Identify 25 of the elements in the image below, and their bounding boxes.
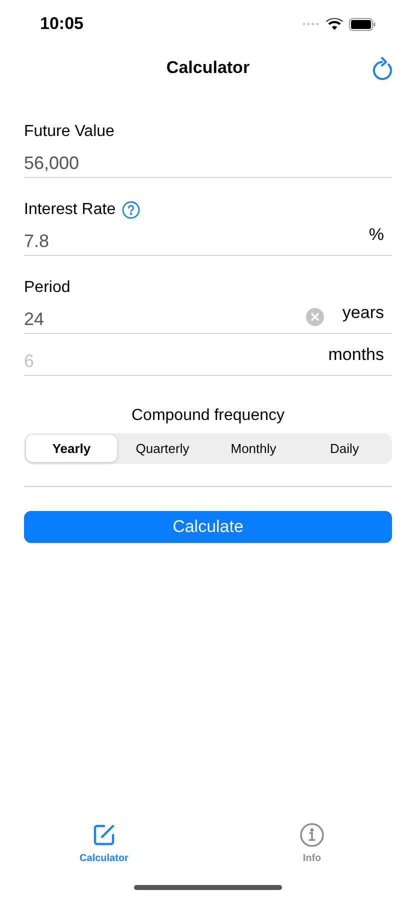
field-label: Future Value: [24, 122, 114, 142]
nav-title: Calculator: [166, 57, 250, 80]
help-icon[interactable]: [122, 201, 140, 219]
signal-icon: [302, 22, 320, 26]
calculate-button[interactable]: Calculate: [24, 511, 392, 543]
segment[interactable]: Quarterly: [117, 435, 208, 462]
field-label: Period: [24, 278, 70, 298]
edit-icon: [91, 822, 117, 848]
unit-label: months: [328, 344, 384, 366]
input-field[interactable]: 24: [24, 300, 306, 333]
input-field[interactable]: 6: [24, 342, 328, 375]
status-time: 10:05: [40, 13, 84, 36]
battery-icon: [349, 18, 376, 30]
field-label: Interest Rate: [24, 200, 116, 220]
wifi-icon: [326, 18, 343, 30]
section-title: Compound frequency: [130, 406, 286, 426]
segment[interactable]: Daily: [299, 435, 390, 462]
info-icon: [299, 822, 325, 848]
unit-label: years: [342, 302, 384, 324]
input-field[interactable]: 7.8: [24, 222, 369, 255]
segment[interactable]: Yearly: [26, 435, 117, 462]
segment[interactable]: Monthly: [208, 435, 299, 462]
unit-label: %: [368, 224, 384, 246]
tab-bar-item[interactable]: Calculator: [0, 822, 208, 866]
input-field[interactable]: 56,000: [24, 144, 392, 177]
